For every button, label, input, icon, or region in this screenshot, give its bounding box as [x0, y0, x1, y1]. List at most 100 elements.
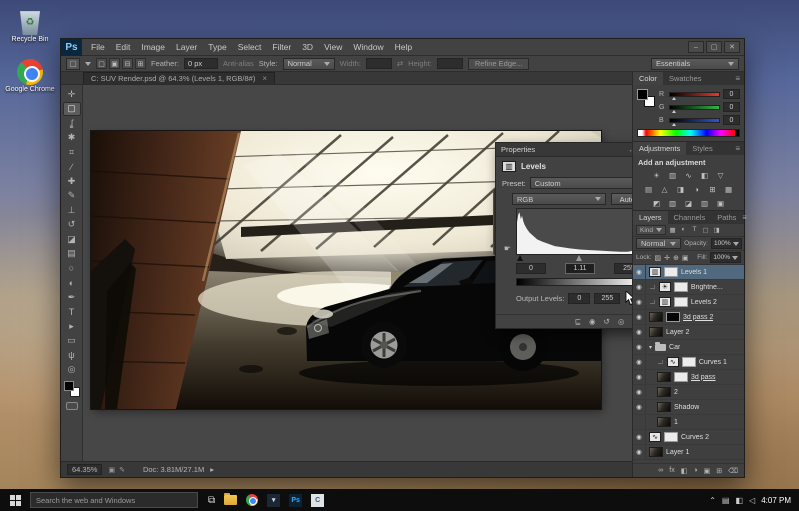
channel-dropdown[interactable]: RGB — [512, 193, 606, 205]
brush-tool[interactable]: ✎ — [63, 189, 81, 204]
close-button[interactable]: ✕ — [724, 41, 740, 53]
curves-icon[interactable]: ∿ — [683, 170, 695, 180]
gradient-tool[interactable]: ▤ — [63, 247, 81, 262]
channel-value[interactable]: 0 — [723, 115, 740, 125]
foreground-background-swatches[interactable] — [64, 381, 80, 397]
layer-row[interactable]: ◉∿Curves 2 — [633, 430, 744, 445]
feather-input[interactable]: 0 px — [184, 58, 218, 69]
adjustment-thumbnail[interactable]: ∿ — [667, 357, 679, 367]
properties-header[interactable]: Properties ↔≡ — [496, 143, 632, 157]
layer-mask-thumbnail[interactable] — [666, 312, 680, 322]
layer-visibility-toggle[interactable]: ◉ — [633, 280, 646, 294]
layer-visibility-toggle[interactable]: ◉ — [633, 385, 646, 399]
layer-visibility-toggle[interactable] — [633, 415, 646, 429]
previous-state-icon[interactable]: ◉ — [589, 317, 596, 326]
shape-tool[interactable]: ▭ — [63, 334, 81, 349]
adjustments-panel-menu-icon[interactable]: ≡ — [735, 142, 744, 155]
channel-value[interactable]: 0 — [723, 89, 740, 99]
menu-layer[interactable]: Layer — [176, 42, 197, 52]
channel-slider[interactable] — [669, 105, 720, 110]
layer-visibility-toggle[interactable]: ◉ — [633, 265, 646, 279]
clip-to-layer-icon[interactable]: ⊑ — [575, 317, 581, 326]
lock-all-icon[interactable]: ▣ — [682, 254, 689, 262]
shadow-slider-handle[interactable] — [517, 255, 523, 261]
preset-dropdown[interactable]: Custom — [530, 177, 632, 189]
tray-battery-icon[interactable]: ▤ — [722, 496, 730, 505]
collapse-panel-icon[interactable]: ↔ — [628, 145, 632, 154]
layer-visibility-toggle[interactable]: ◉ — [633, 400, 646, 414]
layer-row[interactable]: ◉2 — [633, 385, 744, 400]
chrome-taskbar-icon[interactable] — [246, 494, 258, 506]
layer-thumbnail[interactable] — [649, 312, 663, 322]
status-menu-arrow[interactable]: ▸ — [210, 465, 214, 474]
adjustment-thumbnail[interactable]: ☀ — [659, 282, 671, 292]
eyedropper-tool[interactable]: ∕ — [63, 160, 81, 175]
layer-visibility-toggle[interactable]: ◉ — [633, 430, 646, 444]
path-selection-tool[interactable]: ▸ — [63, 319, 81, 334]
link-layers-icon[interactable]: ∞ — [658, 467, 663, 474]
start-button[interactable] — [0, 489, 30, 511]
new-selection-icon[interactable]: ▢ — [96, 58, 107, 69]
layer-thumbnail[interactable] — [657, 417, 671, 427]
threshold-icon[interactable]: ◪ — [683, 198, 695, 208]
layer-visibility-toggle[interactable]: ◉ — [633, 295, 646, 309]
layer-row[interactable]: ◉3d pass 2 — [633, 310, 744, 325]
quick-selection-tool[interactable]: ✱ — [63, 131, 81, 146]
fill-value[interactable]: 100% — [710, 252, 741, 263]
width-input[interactable] — [366, 58, 392, 69]
tab-paths[interactable]: Paths — [711, 211, 742, 224]
layer-row[interactable]: ◉Shadow — [633, 400, 744, 415]
color-spectrum-bar[interactable] — [637, 129, 740, 137]
filter-smart-icon[interactable]: ◨ — [712, 226, 721, 234]
menu-type[interactable]: Type — [208, 42, 226, 52]
pen-tool[interactable]: ✒ — [63, 290, 81, 305]
blur-tool[interactable]: ○ — [63, 261, 81, 276]
minimize-button[interactable]: – — [688, 41, 704, 53]
intersect-selection-icon[interactable]: ⊞ — [135, 58, 146, 69]
pen-pressure-icon[interactable]: ✎ — [119, 466, 125, 474]
desktop-icon-recycle-bin[interactable]: ♻ Recycle Bin — [4, 8, 56, 44]
menu-file[interactable]: File — [91, 42, 105, 52]
task-view-button[interactable]: ⧉ — [208, 495, 215, 506]
zoom-tool[interactable]: ◎ — [63, 363, 81, 378]
filter-shape-icon[interactable]: ▢ — [701, 226, 710, 234]
input-levels-slider[interactable] — [516, 255, 632, 262]
app-tile-dark[interactable]: ▾ — [267, 494, 280, 507]
layer-visibility-toggle[interactable]: ◉ — [633, 355, 646, 369]
midtone-slider-handle[interactable] — [576, 255, 582, 261]
photoshop-taskbar-icon[interactable]: Ps — [289, 494, 302, 507]
filter-adjustment-icon[interactable]: ◐ — [679, 226, 688, 234]
levels-icon[interactable]: ▥ — [667, 170, 679, 180]
new-group-icon[interactable]: ▣ — [704, 467, 711, 475]
filter-type-icon[interactable]: T — [690, 226, 699, 234]
channel-mixer-icon[interactable]: ⊞ — [707, 184, 719, 194]
new-layer-icon[interactable]: ⊞ — [716, 467, 722, 475]
foreground-background-swatches[interactable] — [637, 89, 655, 107]
layer-row[interactable]: ◉∟☀Brightne... — [633, 280, 744, 295]
crop-tool[interactable]: ⌗ — [63, 145, 81, 160]
app-tile-light[interactable]: C — [311, 494, 324, 507]
layer-effects-icon[interactable]: fx — [669, 467, 674, 474]
layer-thumbnail[interactable] — [649, 327, 663, 337]
highlight-input[interactable]: 255 — [614, 263, 632, 274]
filter-pixel-icon[interactable]: ▦ — [668, 226, 677, 234]
tab-styles[interactable]: Styles — [686, 142, 718, 155]
color-lookup-icon[interactable]: ▦ — [723, 184, 735, 194]
color-panel-menu-icon[interactable]: ≡ — [735, 72, 744, 85]
lock-paint-icon[interactable]: ⊕ — [673, 254, 679, 262]
layer-row[interactable]: ◉Layer 2 — [633, 325, 744, 340]
document-close-icon[interactable]: × — [262, 74, 267, 83]
lock-position-icon[interactable]: ✛ — [664, 254, 670, 262]
move-tool[interactable]: ✛ — [63, 87, 81, 102]
photo-filter-icon[interactable]: ◑ — [691, 184, 703, 194]
gradient-map-icon[interactable]: ▥ — [699, 198, 711, 208]
quick-mask-icon[interactable] — [66, 402, 78, 410]
style-dropdown[interactable]: Normal — [283, 58, 335, 70]
layer-visibility-toggle[interactable]: ◉ — [633, 340, 646, 354]
hue-saturation-icon[interactable]: ▤ — [643, 184, 655, 194]
tab-color[interactable]: Color — [633, 72, 663, 85]
menu-window[interactable]: Window — [353, 42, 383, 52]
layer-row[interactable]: ◉Layer 1 — [633, 445, 744, 460]
layer-visibility-toggle[interactable]: ◉ — [633, 310, 646, 324]
zoom-level-input[interactable]: 64.35% — [67, 464, 102, 475]
